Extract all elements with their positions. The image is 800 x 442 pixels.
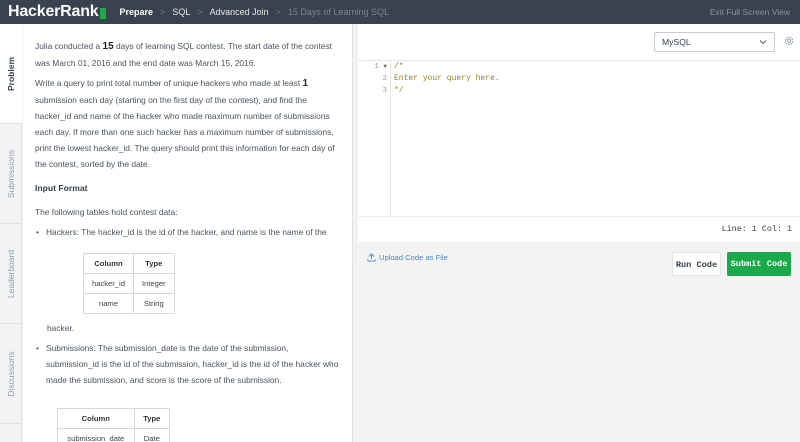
fold-arrow-icon[interactable]: ▼ [383,63,387,70]
problem-statement: Julia conducted a 15 days of learning SQ… [23,24,352,442]
table-cell: submission_date [57,428,135,442]
list-item: Submissions: The submission_date is the … [35,340,340,388]
breadcrumb-separator-icon: > [160,7,166,17]
breadcrumb-advanced-join[interactable]: Advanced Join [210,7,269,17]
tables-list: Submissions: The submission_date is the … [35,340,340,388]
language-value: MySQL [662,37,691,47]
table-row: submission_date Date [57,428,171,442]
hackers-description: Hackers: The hacker_id is the id of the … [46,227,327,237]
table-cell: String [132,293,175,314]
submit-code-button[interactable]: Submit Code [727,252,791,276]
line-number-gutter: 1 ▼ 2 3 [358,61,391,216]
top-navbar: HackerRank Prepare > SQL > Advanced Join… [0,0,800,24]
task-text: Write a query to print total number of u… [35,78,303,88]
line-number: 1 ▼ [358,61,390,73]
side-tabs: Problem Submissions Leaderboard Discussi… [0,24,22,442]
tab-submissions[interactable]: Submissions [0,124,22,224]
code-content[interactable]: /* Enter your query here. */ [394,61,500,97]
exit-full-screen-link[interactable]: Exit Full Screen View [710,7,790,17]
breadcrumb-separator-icon: > [275,7,281,17]
tab-discussions[interactable]: Discussions [0,324,22,424]
tables-list: Hackers: The hacker_id is the id of the … [35,224,340,240]
task-text-cont: submission each day (starting on the fir… [35,95,335,169]
list-item: Hackers: The hacker_id is the id of the … [35,224,340,240]
hackers-table: Column Type hacker_id Integer name Strin… [83,253,175,314]
problem-task: Write a query to print total number of u… [35,75,340,172]
hackers-description-end: hacker. [47,323,75,333]
code-line: Enter your query here. [394,74,500,83]
table-row: name String [83,293,175,314]
table-header: Type [132,253,175,274]
table-cell: Integer [132,273,175,294]
table-cell: Date [133,428,171,442]
run-code-button[interactable]: Run Code [672,252,721,276]
intro-text: Julia conducted a [35,41,103,51]
breadcrumb-sql[interactable]: SQL [172,7,190,17]
tab-leaderboard-label: Leaderboard [6,249,16,298]
tab-discussions-label: Discussions [6,350,16,397]
input-format-heading: Input Format [35,183,88,193]
chevron-down-icon [759,40,767,45]
submissions-table-wrapper: Column Type submission_date Date [35,408,340,442]
tab-submissions-label: Submissions [6,149,16,198]
logo-mark [99,7,106,19]
editor-status-bar: Line: 1 Col: 1 [358,216,800,242]
table-cell: hacker_id [83,273,134,294]
code-line: /* [394,62,404,71]
breadcrumb-prepare[interactable]: Prepare [120,7,154,17]
upload-code-link[interactable]: Upload Code as File [367,253,448,262]
cursor-position: Line: 1 Col: 1 [721,224,792,234]
submissions-description: Submissions: The submission_date is the … [46,343,339,385]
table-header-row: Column Type [83,253,175,274]
hackers-table-wrapper: Column Type hacker_id Integer name Strin… [35,253,340,314]
task-number: 1 [302,78,309,89]
gear-icon[interactable] [783,35,795,47]
table-header: Column [83,253,134,274]
tables-intro: The following tables hold contest data: [35,207,178,217]
line-number: 2 [382,75,387,83]
problem-intro: Julia conducted a 15 days of learning SQ… [35,38,340,71]
breadcrumb: Prepare > SQL > Advanced Join > 15 Days … [120,7,389,17]
table-header: Type [133,408,171,429]
intro-number: 15 [102,41,114,52]
tab-leaderboard[interactable]: Leaderboard [0,224,22,324]
tab-problem-label: Problem [6,56,16,91]
line-number-value: 1 [374,63,379,71]
table-header-row: Column Type [57,408,171,429]
upload-icon [367,253,376,262]
line-number: 3 [382,87,387,95]
logo-text: HackerRank [8,3,99,20]
table-header: Column [57,408,135,429]
language-select[interactable]: MySQL [654,32,775,52]
table-row: hacker_id Integer [83,273,175,294]
drag-handle-icon: · · · [354,250,357,265]
submissions-table: Column Type submission_date Date [57,408,171,442]
editor-toolbar: MySQL [358,24,800,60]
hackerrank-logo[interactable]: HackerRank [8,3,106,21]
breadcrumb-separator-icon: > [197,7,203,17]
code-line: */ [394,86,404,95]
table-cell: name [83,293,134,314]
upload-label: Upload Code as File [379,253,448,262]
breadcrumb-current-challenge: 15 Days of Learning SQL [287,7,389,17]
code-editor[interactable]: 1 ▼ 2 3 /* Enter your query here. */ Lin… [358,60,800,242]
tab-problem[interactable]: Problem [0,24,22,124]
